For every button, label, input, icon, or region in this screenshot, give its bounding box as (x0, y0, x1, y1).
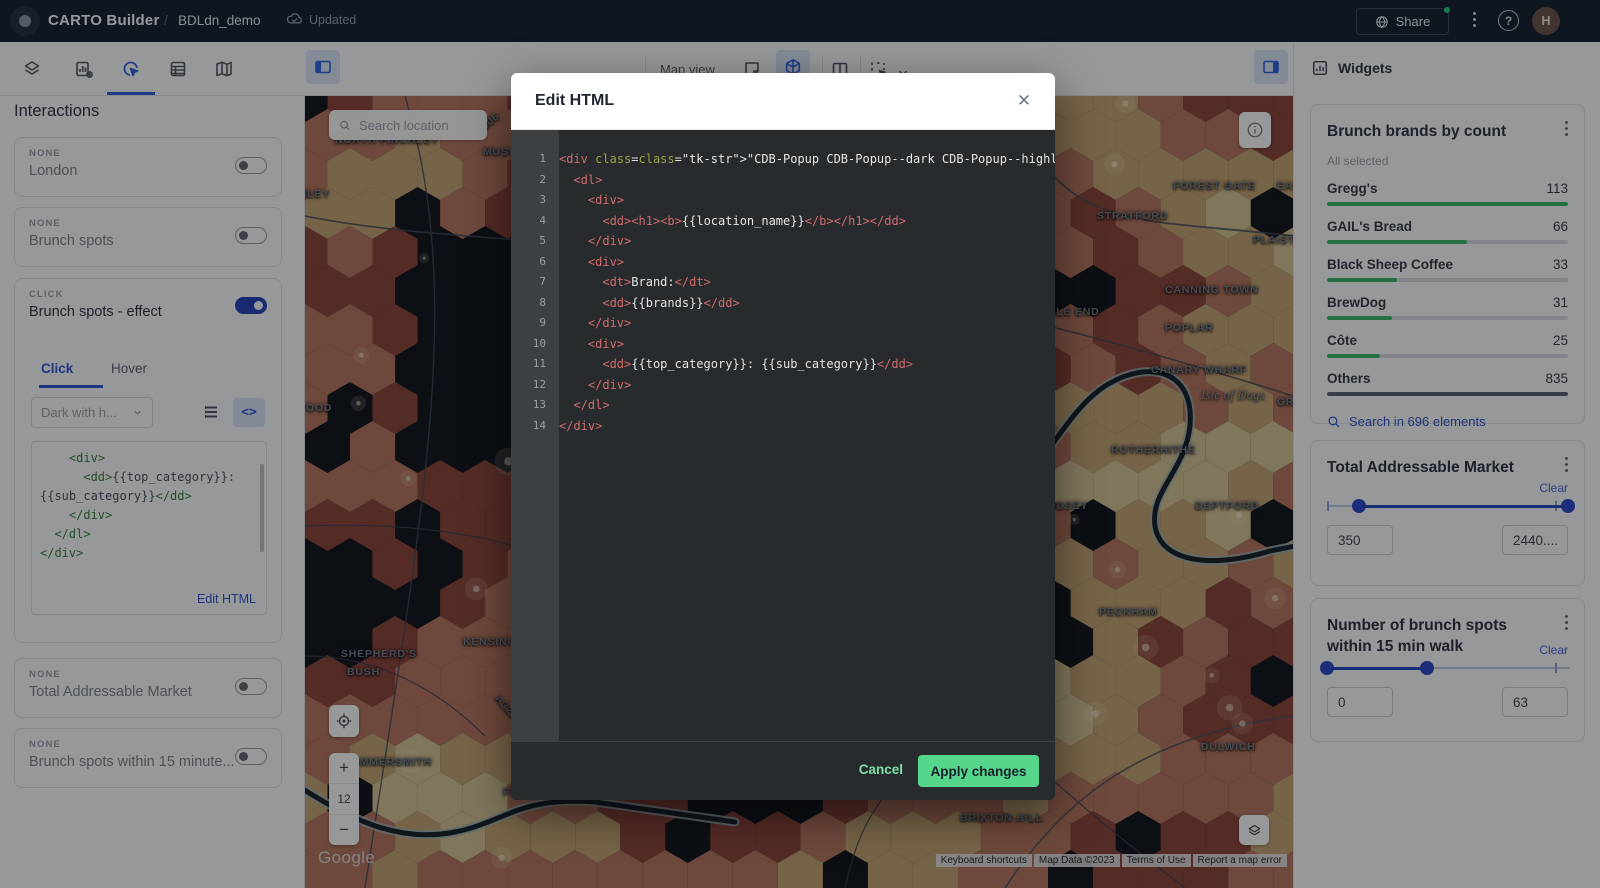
cancel-button[interactable]: Cancel (859, 762, 903, 777)
code-line[interactable]: 6 <div> (511, 252, 1055, 273)
apply-changes-button[interactable]: Apply changes (918, 755, 1039, 787)
code-line[interactable]: 14</div> (511, 416, 1055, 437)
code-line[interactable]: 5 </div> (511, 231, 1055, 252)
close-icon[interactable]: ✕ (1013, 90, 1035, 112)
modal-title: Edit HTML (535, 92, 614, 110)
modal-footer: Cancel Apply changes (511, 741, 1055, 800)
code-line[interactable]: 4 <dd><h1><b>{{location_name}}</b></h1><… (511, 211, 1055, 232)
code-line[interactable]: 8 <dd>{{brands}}</dd> (511, 293, 1055, 314)
code-line[interactable]: 12 </div> (511, 375, 1055, 396)
code-line[interactable]: 1<div class=class="tk-str">"CDB-Popup CD… (511, 149, 1055, 170)
code-line[interactable]: 2 <dl> (511, 170, 1055, 191)
code-line[interactable]: 3 <div> (511, 190, 1055, 211)
code-line[interactable]: 10 <div> (511, 334, 1055, 355)
html-code-editor[interactable]: 1<div class=class="tk-str">"CDB-Popup CD… (511, 130, 1055, 741)
code-line[interactable]: 9 </div> (511, 313, 1055, 334)
edit-html-modal: Edit HTML ✕ 1<div class=class="tk-str">"… (511, 73, 1055, 800)
modal-header: Edit HTML ✕ (511, 73, 1055, 130)
editor-code-area[interactable]: 1<div class=class="tk-str">"CDB-Popup CD… (511, 130, 1055, 741)
code-line[interactable]: 7 <dt>Brand:</dt> (511, 272, 1055, 293)
code-line[interactable]: 13 </dl> (511, 395, 1055, 416)
code-line[interactable]: 11 <dd>{{top_category}}: {{sub_category}… (511, 354, 1055, 375)
